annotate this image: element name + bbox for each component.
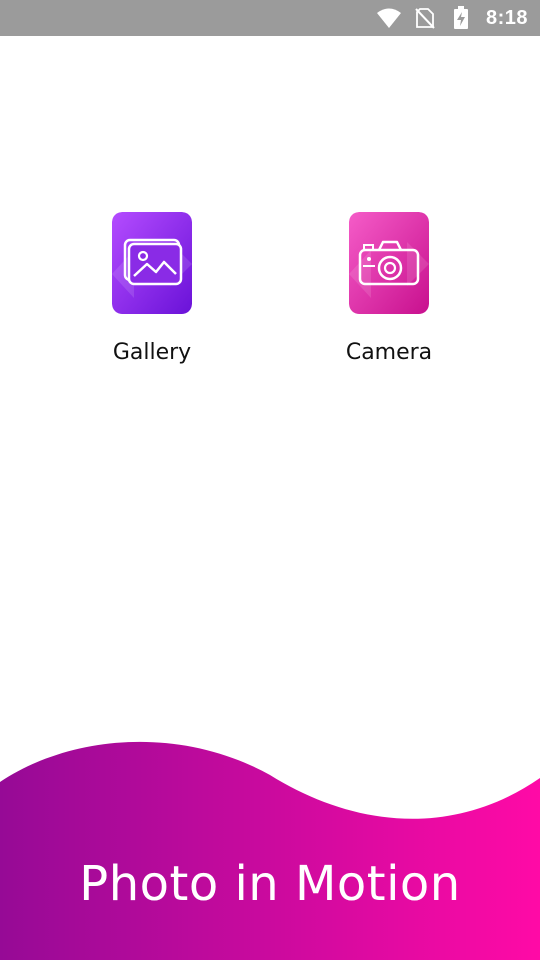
gallery-icon [112, 212, 192, 314]
footer-wave [0, 741, 540, 960]
gallery-button[interactable]: Gallery [72, 212, 232, 365]
no-sim-icon [412, 6, 438, 30]
status-bar: 8:18 [0, 0, 540, 36]
camera-button[interactable]: Camera [309, 212, 469, 365]
app-title: Photo in Motion [79, 856, 461, 912]
status-time: 8:18 [485, 6, 528, 29]
camera-label: Camera [345, 340, 433, 365]
camera-icon [349, 212, 429, 314]
battery-charging-icon [448, 6, 474, 30]
wifi-icon [376, 6, 402, 30]
main-screen: 8:18 Gallery Camera Photo in Motion [0, 0, 540, 960]
gallery-label: Gallery [112, 340, 192, 365]
